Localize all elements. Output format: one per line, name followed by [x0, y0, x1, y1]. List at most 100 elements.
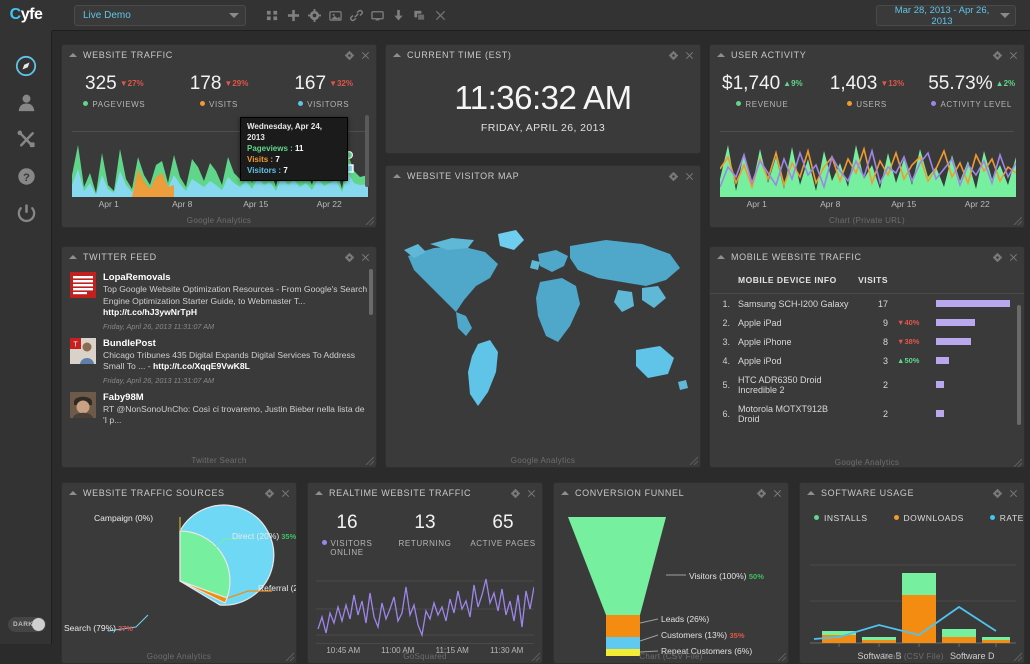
gear-icon[interactable] [993, 253, 1002, 262]
link-icon[interactable] [350, 9, 363, 22]
sidebar-item-settings[interactable] [0, 121, 52, 158]
resize-handle[interactable] [777, 652, 786, 661]
close-icon[interactable] [361, 51, 370, 60]
table-row[interactable]: 3. Apple iPhone 8 ▼38% [710, 332, 1024, 351]
table-row[interactable]: 5. HTC ADR6350 Droid Incredible 2 2 [710, 370, 1024, 399]
resize-handle[interactable] [531, 652, 540, 661]
resize-handle[interactable] [365, 216, 374, 225]
column-header-visits[interactable]: VISITS [854, 269, 892, 294]
resize-handle[interactable] [1013, 652, 1022, 661]
gear-icon[interactable] [511, 489, 520, 498]
copy-icon[interactable] [413, 9, 426, 22]
close-icon[interactable] [1009, 253, 1018, 262]
tweet-user[interactable]: BundlePost [103, 338, 368, 349]
widget-current-time[interactable]: CURRENT TIME (EST) 11:36:32 AM FRIDAY, A… [385, 44, 701, 154]
close-icon[interactable] [1009, 489, 1018, 498]
table-row[interactable]: 1. Samsung SCH-I200 Galaxy 17 [710, 294, 1024, 314]
widget-header[interactable]: USER ACTIVITY [710, 45, 1024, 65]
widget-website-traffic[interactable]: WEBSITE TRAFFIC 325▼27% PAGEVIEWS 178▼29… [61, 44, 377, 228]
tweet-item[interactable]: Faby98M RT @NonSonoUnCho: Così ci trovar… [62, 387, 376, 429]
close-icon[interactable] [773, 489, 782, 498]
collapse-icon[interactable] [315, 491, 323, 495]
gear-icon[interactable] [345, 51, 354, 60]
resize-handle[interactable] [285, 652, 294, 661]
gear-icon[interactable] [345, 253, 354, 262]
close-icon[interactable] [434, 9, 447, 22]
tweet-user[interactable]: Faby98M [103, 392, 368, 403]
feed-scrollbar[interactable] [369, 269, 373, 315]
tweet-user[interactable]: LopaRemovals [103, 272, 368, 283]
widget-user-activity[interactable]: USER ACTIVITY $1,740▲9% REVENUE 1,403▼13… [709, 44, 1025, 228]
close-icon[interactable] [685, 51, 694, 60]
table-row[interactable]: 2. Apple iPad 9 ▼40% [710, 313, 1024, 332]
collapse-icon[interactable] [561, 491, 569, 495]
gear-icon[interactable] [669, 172, 678, 181]
grid-icon[interactable] [266, 9, 279, 22]
gear-icon[interactable] [757, 489, 766, 498]
gear-icon[interactable] [265, 489, 274, 498]
monitor-icon[interactable] [371, 9, 384, 22]
tweet-item[interactable]: T BundlePost Chicago Tribunes 435 Digita… [62, 333, 376, 387]
resize-handle[interactable] [1013, 216, 1022, 225]
collapse-icon[interactable] [393, 53, 401, 57]
legend-item-downloads[interactable]: DOWNLOADS [894, 513, 964, 523]
widget-header[interactable]: REALTIME WEBSITE TRAFFIC [308, 483, 542, 503]
world-map[interactable] [390, 216, 698, 426]
download-icon[interactable] [392, 9, 405, 22]
widget-visitor-map[interactable]: WEBSITE VISITOR MAP [385, 165, 701, 468]
gear-icon[interactable] [993, 489, 1002, 498]
widget-realtime-traffic[interactable]: REALTIME WEBSITE TRAFFIC 16 VISITORS ONL… [307, 482, 543, 664]
software-usage-chart[interactable] [810, 543, 1016, 651]
close-icon[interactable] [1009, 51, 1018, 60]
image-icon[interactable] [329, 9, 342, 22]
close-icon[interactable] [281, 489, 290, 498]
gear-icon[interactable] [308, 9, 321, 22]
table-row[interactable]: 6. Motorola MOTXT912B Droid 2 [710, 399, 1024, 428]
collapse-icon[interactable] [393, 174, 401, 178]
collapse-icon[interactable] [717, 53, 725, 57]
widget-software-usage[interactable]: SOFTWARE USAGE INSTALLS DOWNLOADS RATE [799, 482, 1025, 664]
widget-header[interactable]: CONVERSION FUNNEL [554, 483, 788, 503]
collapse-icon[interactable] [69, 491, 77, 495]
dark-mode-toggle[interactable]: DARK [8, 617, 46, 632]
close-icon[interactable] [361, 253, 370, 262]
collapse-icon[interactable] [717, 255, 725, 259]
plus-icon[interactable] [287, 9, 300, 22]
widget-conversion-funnel[interactable]: CONVERSION FUNNEL Visitors (100%) 50% Le… [553, 482, 789, 664]
resize-handle[interactable] [1013, 458, 1022, 467]
column-header-device[interactable]: MOBILE DEVICE INFO [734, 269, 854, 294]
widget-header[interactable]: TWITTER FEED [62, 247, 376, 267]
sidebar-item-dashboards[interactable] [0, 47, 52, 84]
tweet-link[interactable]: http://t.co/XqqE9VwK8L [153, 361, 250, 371]
widget-traffic-sources[interactable]: WEBSITE TRAFFIC SOURCES Campaign (0%) [61, 482, 297, 664]
chart-scrollbar[interactable] [365, 115, 369, 187]
dashboard-selector[interactable]: Live Demo [74, 5, 246, 26]
collapse-icon[interactable] [69, 53, 77, 57]
close-icon[interactable] [685, 172, 694, 181]
sidebar-item-help[interactable]: ? [0, 158, 52, 195]
tweet-link[interactable]: http://t.co/hJ3ywNrTpH [103, 307, 197, 317]
collapse-icon[interactable] [69, 255, 77, 259]
widget-header[interactable]: CURRENT TIME (EST) [386, 45, 700, 65]
widget-header[interactable]: WEBSITE TRAFFIC SOURCES [62, 483, 296, 503]
legend-item-installs[interactable]: INSTALLS [814, 513, 868, 523]
gear-icon[interactable] [993, 51, 1002, 60]
close-icon[interactable] [527, 489, 536, 498]
widget-twitter-feed[interactable]: TWITTER FEED LopaRemovals Top Google Web… [61, 246, 377, 468]
legend-item-rate[interactable]: RATE [990, 513, 1024, 523]
gear-icon[interactable] [669, 51, 678, 60]
tweet-item[interactable]: LopaRemovals Top Google Website Optimiza… [62, 267, 376, 333]
resize-handle[interactable] [365, 456, 374, 465]
widget-header[interactable]: MOBILE WEBSITE TRAFFIC [710, 247, 1024, 267]
sidebar-item-logout[interactable] [0, 195, 52, 232]
sidebar-item-account[interactable] [0, 84, 52, 121]
table-scrollbar[interactable] [1017, 305, 1021, 425]
collapse-icon[interactable] [807, 491, 815, 495]
date-range-picker[interactable]: Mar 28, 2013 - Apr 26, 2013 [876, 5, 1016, 26]
widget-mobile-traffic[interactable]: MOBILE WEBSITE TRAFFIC MOBILE DEVICE INF… [709, 246, 1025, 468]
widget-header[interactable]: WEBSITE TRAFFIC [62, 45, 376, 65]
realtime-line-chart[interactable] [316, 565, 534, 643]
app-logo[interactable]: Cyfe [0, 0, 52, 31]
widget-header[interactable]: SOFTWARE USAGE [800, 483, 1024, 503]
user-activity-chart[interactable] [720, 139, 1016, 197]
